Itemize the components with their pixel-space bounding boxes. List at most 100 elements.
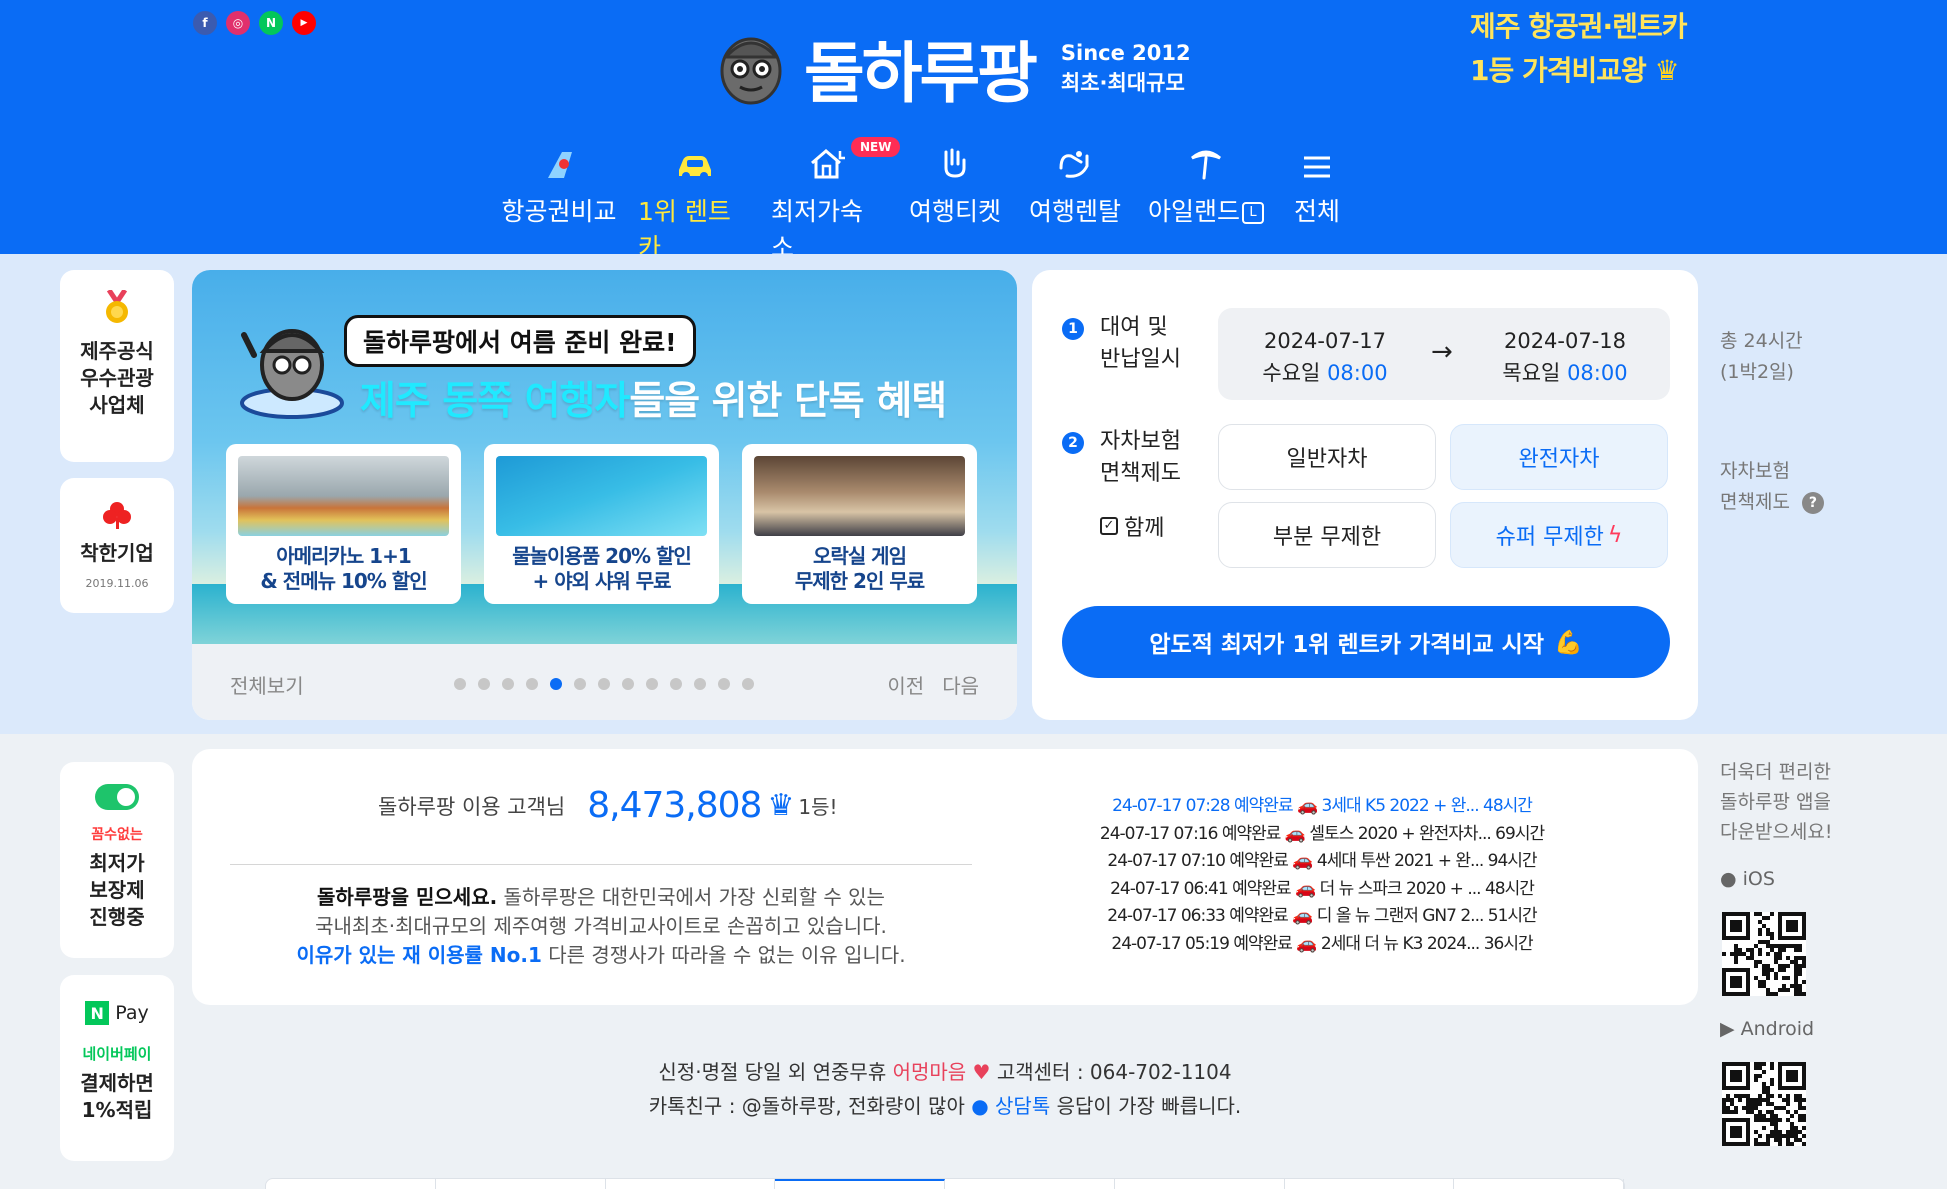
pagination-dot[interactable]: [670, 678, 682, 690]
pagination-dot[interactable]: [622, 678, 634, 690]
tab[interactable]: [606, 1179, 776, 1189]
car-icon: [675, 140, 715, 180]
nav-all[interactable]: 전체: [1287, 140, 1347, 264]
customer-center-info: 신정·명절 당일 외 연중무휴 어멍마음 ♥ 고객센터 : 064-702-11…: [192, 1055, 1698, 1123]
good-company-title: 착한기업: [80, 541, 154, 565]
pagination-dot[interactable]: [550, 678, 562, 690]
nav-tickets[interactable]: 여행티켓: [905, 140, 1005, 264]
npay-pay-text: Pay: [115, 1002, 149, 1024]
tab[interactable]: [436, 1179, 606, 1189]
banner-next-button[interactable]: 다음: [942, 670, 979, 699]
since-scale: 최초·최대규모: [1060, 71, 1185, 95]
guarantee-line-3: 진행중: [89, 905, 145, 929]
rentcar-search-panel: 1 대여 및 반납일시 2024-07-17 수요일 08:00 → 2024-…: [1032, 270, 1698, 720]
banner-prev-button[interactable]: 이전: [887, 670, 924, 699]
hands-icon: [1057, 140, 1093, 180]
official-line-2: 우수관광: [80, 366, 154, 390]
palm-tree-icon: [1188, 140, 1224, 180]
guarantee-tag: 꼼수없는: [91, 827, 143, 843]
card-cafe-line-2: & 전메뉴 10% 할인: [260, 569, 427, 593]
app-line-2: 돌하루팡 앱을: [1720, 791, 1831, 813]
crown-icon: ♛: [767, 788, 795, 823]
banner-pagination: [454, 678, 754, 690]
android-qr-code[interactable]: [1722, 1062, 1806, 1146]
pagination-dot[interactable]: [718, 678, 730, 690]
pagination-dot[interactable]: [574, 678, 586, 690]
facebook-icon[interactable]: f: [193, 11, 217, 35]
option-partial-unlimited[interactable]: 부분 무제한: [1218, 502, 1436, 568]
tab[interactable]: [1454, 1179, 1624, 1189]
pagination-dot[interactable]: [454, 678, 466, 690]
pagination-dot[interactable]: [478, 678, 490, 690]
date-range-picker[interactable]: 2024-07-17 수요일 08:00 → 2024-07-18 목요일 08…: [1218, 308, 1670, 400]
flexed-arm-icon: 💪: [1553, 629, 1583, 656]
section-tabs: [265, 1178, 1625, 1189]
option-full-insurance[interactable]: 완전자차: [1450, 424, 1668, 490]
official-tourism-badge[interactable]: 제주공식 우수관광 사업체: [60, 270, 174, 462]
start-compare-button[interactable]: 압도적 최저가 1위 렌트카 가격비교 시작 💪: [1062, 606, 1670, 678]
customer-count: 8,473,808: [587, 785, 762, 826]
insurance-help[interactable]: 자차보험 면책제도?: [1720, 456, 1824, 518]
benefit-card-cafe[interactable]: 아메리카노 1+1 & 전메뉴 10% 할인: [226, 444, 461, 604]
feed-item: 24-07-17 07:10 예약완료 🚗 4세대 투싼 2021 + 완...…: [1107, 851, 1537, 871]
benefit-card-water[interactable]: 물놀이용품 20% 할인 + 야외 샤워 무료: [484, 444, 719, 604]
card-arcade-line-2: 무제한 2인 무료: [794, 569, 925, 593]
pagination-dot[interactable]: [526, 678, 538, 690]
return-date: 2024-07-18: [1503, 329, 1627, 353]
rental-period-line-2: 반납일시: [1100, 347, 1181, 372]
tab[interactable]: [266, 1179, 436, 1189]
card-arcade-line-1: 오락실 게임: [813, 544, 907, 568]
option-normal-insurance[interactable]: 일반자차: [1218, 424, 1436, 490]
info-brand-pink: 어멍마음: [892, 1060, 967, 1084]
naver-pay-badge[interactable]: N Pay 네이버페이 결제하면 1%적립: [60, 975, 174, 1161]
option-super-unlimited[interactable]: 슈퍼 무제한 ϟ: [1450, 502, 1668, 568]
ios-download[interactable]: ● iOS: [1720, 868, 1775, 890]
card-water-line-2: + 야외 샤워 무료: [532, 569, 671, 593]
super-unlimited-label: 슈퍼 무제한: [1495, 525, 1604, 550]
promo-banner[interactable]: 돌하루팡에서 여름 준비 완료! 제주 동쪽 여행자들을 위한 단독 혜택 아메…: [192, 270, 1017, 720]
pagination-dot[interactable]: [502, 678, 514, 690]
pickup-date: 2024-07-17: [1263, 329, 1387, 353]
nav-flights[interactable]: 항공권비교: [500, 140, 618, 264]
tab[interactable]: [945, 1179, 1115, 1189]
good-company-badge[interactable]: 착한기업 2019.11.06: [60, 478, 174, 613]
customer-count-label: 돌하루팡 이용 고객님: [378, 794, 566, 819]
nav-rental-label: 여행렌탈: [1028, 197, 1121, 226]
info-line-2b: 응답이 가장 빠릅니다.: [1050, 1094, 1242, 1118]
guarantee-line-2: 보장제: [89, 878, 145, 902]
step-1-number: 1: [1062, 318, 1084, 340]
nav-lodging[interactable]: NEW 최저가숙소: [771, 137, 901, 264]
naver-blog-icon[interactable]: N: [259, 11, 283, 35]
nav-rental[interactable]: 여행렌탈: [1025, 140, 1125, 264]
pagination-dot[interactable]: [742, 678, 754, 690]
header-slogan: 제주 항공권·렌트카 1등 가격비교왕 ♛: [1470, 5, 1687, 93]
site-logo[interactable]: 돌하루팡 Since 2012 최초·최대규모: [718, 20, 1191, 116]
instagram-icon[interactable]: ◎: [226, 11, 250, 35]
tab[interactable]: [1285, 1179, 1455, 1189]
pagination-dot[interactable]: [598, 678, 610, 690]
ios-qr-code[interactable]: [1722, 912, 1806, 996]
android-download[interactable]: ▶ Android: [1720, 1018, 1814, 1040]
customer-stats-panel: 돌하루팡 이용 고객님 8,473,808 ♛ 1등! 돌하루팡을 믿으세요. …: [192, 749, 1698, 1005]
nav-rentcar[interactable]: 1위 렌트카: [638, 140, 751, 264]
main-nav: 항공권비교 1위 렌트카 NEW 최저가숙소 여행티켓 여행렌탈 아일랜드 L …: [500, 137, 1367, 264]
clover-icon: [103, 502, 131, 529]
tab[interactable]: [775, 1179, 945, 1189]
pagination-dot[interactable]: [646, 678, 658, 690]
pagination-dot[interactable]: [694, 678, 706, 690]
benefit-card-arcade[interactable]: 오락실 게임 무제한 2인 무료: [742, 444, 977, 604]
total-duration: 총 24시간 (1박2일): [1720, 326, 1803, 388]
feed-item: 24-07-17 06:41 예약완료 🚗 더 뉴 스파크 2020 + ...…: [1110, 878, 1535, 899]
feed-item: 24-07-17 05:19 예약완료 🚗 2세대 더 뉴 K3 2024...…: [1111, 933, 1533, 954]
pickup-datetime[interactable]: 2024-07-17 수요일 08:00: [1240, 325, 1410, 389]
nav-island[interactable]: 아일랜드 L: [1145, 140, 1267, 264]
lowest-price-guarantee-badge[interactable]: 꼼수없는 최저가 보장제 진행중: [60, 762, 174, 958]
tab[interactable]: [1115, 1179, 1285, 1189]
view-all-link[interactable]: 전체보기: [230, 670, 304, 699]
together-checkbox[interactable]: ✓ 함께: [1100, 510, 1164, 542]
consult-talk-link[interactable]: 상담톡: [995, 1094, 1050, 1118]
youtube-icon[interactable]: ▶: [292, 11, 316, 35]
help-question-icon[interactable]: ?: [1801, 491, 1824, 514]
return-datetime[interactable]: 2024-07-18 목요일 08:00: [1480, 325, 1650, 389]
android-label: Android: [1740, 1018, 1815, 1040]
